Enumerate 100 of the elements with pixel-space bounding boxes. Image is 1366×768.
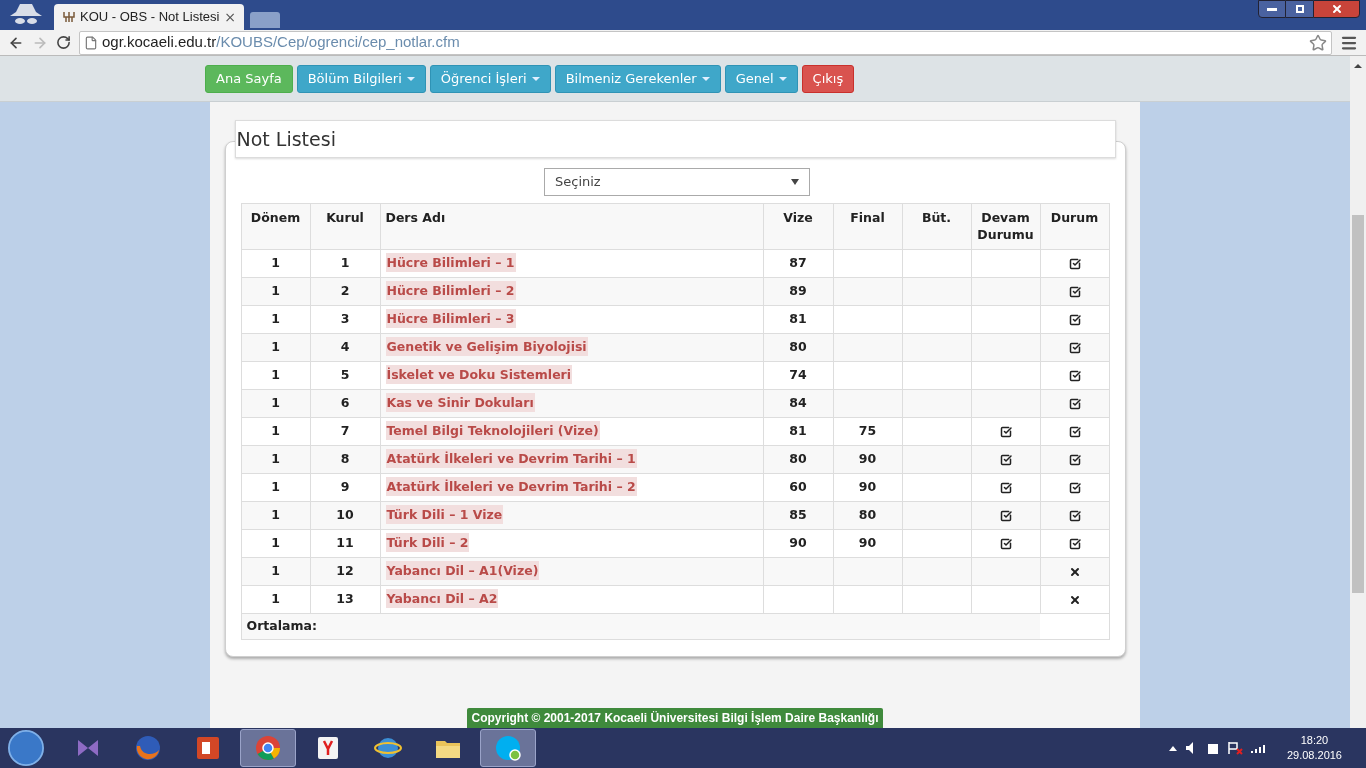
page-icon	[84, 35, 98, 50]
course-name: Hücre Bilimleri – 1	[385, 253, 516, 273]
table-cell: 80	[833, 501, 902, 530]
slides-icon	[194, 734, 222, 762]
table-cell: 1	[241, 585, 310, 614]
column-header: Büt.	[902, 203, 971, 250]
table-cell: 89	[763, 277, 833, 306]
table-cell: 1	[241, 305, 310, 334]
table-cell: 11	[310, 529, 380, 558]
table-cell: 13	[310, 585, 380, 614]
nav-button[interactable]: Öğrenci İşleri	[429, 64, 551, 93]
table-cell: 1	[241, 445, 310, 474]
caret-icon	[406, 76, 415, 81]
course-name: Atatürk İlkeleri ve Devrim Tarihi – 1	[385, 449, 637, 469]
table-cell	[833, 361, 902, 390]
table-cell: 90	[763, 529, 833, 558]
check-icon	[999, 425, 1012, 438]
table-cell: 75	[833, 417, 902, 446]
column-header: Vize	[763, 203, 833, 250]
table-cell: 7	[310, 417, 380, 446]
cross-icon	[1068, 565, 1081, 578]
table-cell: 6	[310, 389, 380, 418]
check-icon	[1068, 397, 1081, 410]
url-text: ogr.kocaeli.edu.tr/KOUBS/Cep/ogrenci/cep_notlar.cfm	[102, 32, 461, 53]
reload-icon[interactable]	[56, 35, 71, 50]
table-cell: 1	[310, 249, 380, 278]
table-cell: 2	[310, 277, 380, 306]
table-cell: 74	[763, 361, 833, 390]
check-icon	[1068, 481, 1081, 494]
table-cell: 81	[763, 305, 833, 334]
course-name: Hücre Bilimleri – 2	[385, 281, 516, 301]
table-cell: 1	[241, 249, 310, 278]
table-cell: 1	[241, 529, 310, 558]
check-icon	[1068, 313, 1081, 326]
start-button[interactable]	[8, 730, 44, 766]
tab-close-button[interactable]: ×	[224, 10, 236, 24]
term-select[interactable]: Seçiniz	[544, 168, 810, 196]
table-cell	[833, 333, 902, 362]
minimize-button[interactable]	[1258, 0, 1286, 18]
column-header: Devam Durumu	[971, 203, 1040, 250]
nav-button[interactable]: Bilmeniz Gerekenler	[554, 64, 721, 93]
column-header: Durum	[1040, 203, 1109, 250]
course-name: Kas ve Sinir Dokuları	[385, 393, 535, 413]
table-cell: 1	[241, 361, 310, 390]
close-icon	[1330, 3, 1343, 15]
scrollbar[interactable]	[1350, 56, 1366, 728]
course-name: Yabancı Dil – A1(Vize)	[385, 561, 540, 581]
table-cell	[833, 277, 902, 306]
nav-button[interactable]: Çıkış	[801, 64, 855, 93]
table-cell: 90	[833, 473, 902, 502]
table-cell: 84	[763, 389, 833, 418]
check-icon	[999, 537, 1012, 550]
column-header: Kurul	[310, 203, 380, 250]
table-cell: 5	[310, 361, 380, 390]
check-icon	[999, 453, 1012, 466]
column-header: Ders Adı	[380, 203, 763, 250]
nav-button[interactable]: Genel	[724, 64, 798, 93]
table-cell: 9	[310, 473, 380, 502]
check-icon	[999, 509, 1012, 522]
course-name: Genetik ve Gelişim Biyolojisi	[385, 337, 588, 357]
nav-button[interactable]: Ana Sayfa	[205, 64, 293, 93]
tray-arrow-icon[interactable]	[1168, 745, 1177, 751]
table-cell: 3	[310, 305, 380, 334]
average-label: Ortalama:	[246, 618, 317, 634]
table-cell: 1	[241, 557, 310, 586]
table-cell: 1	[241, 501, 310, 530]
course-name: İskelet ve Doku Sistemleri	[385, 365, 573, 385]
table-cell: 80	[763, 333, 833, 362]
check-icon	[1068, 369, 1081, 382]
caret-icon	[778, 76, 787, 81]
caret-icon	[791, 179, 799, 185]
nav-button[interactable]: Bölüm Bilgileri	[296, 64, 426, 93]
tab-title: KOU - OBS - Not Listesi	[80, 8, 221, 27]
fox-globe-icon	[134, 734, 162, 762]
signal-icon[interactable]	[1250, 743, 1265, 753]
table-cell	[833, 249, 902, 278]
trident-icon	[62, 11, 76, 23]
address-bar[interactable]: ogr.kocaeli.edu.tr/KOUBS/Cep/ogrenci/cep_notlar.cfm	[79, 30, 1332, 55]
table-cell: 4	[310, 333, 380, 362]
round-tricolor-icon	[254, 734, 282, 762]
table-cell: 81	[763, 417, 833, 446]
browser-tab[interactable]: KOU - OBS - Not Listesi ×	[54, 4, 244, 30]
close-button[interactable]	[1313, 0, 1360, 18]
table-cell: 90	[833, 445, 902, 474]
table-cell	[833, 389, 902, 418]
bookmark-star-icon[interactable]	[1309, 33, 1327, 52]
panel-title: Not Listesi	[236, 129, 336, 149]
check-icon	[1068, 509, 1081, 522]
flag-icon[interactable]	[1226, 741, 1243, 755]
table-cell: 1	[241, 277, 310, 306]
table-cell: 8	[310, 445, 380, 474]
check-icon	[1068, 537, 1081, 550]
table-cell: 1	[241, 333, 310, 362]
caret-icon	[701, 76, 710, 81]
table-cell: 85	[763, 501, 833, 530]
restore-button[interactable]	[1286, 0, 1313, 18]
table-cell	[833, 557, 902, 586]
check-icon	[999, 481, 1012, 494]
course-name: Temel Bilgi Teknolojileri (Vize)	[385, 421, 600, 441]
course-name: Yabancı Dil – A2	[385, 589, 499, 609]
